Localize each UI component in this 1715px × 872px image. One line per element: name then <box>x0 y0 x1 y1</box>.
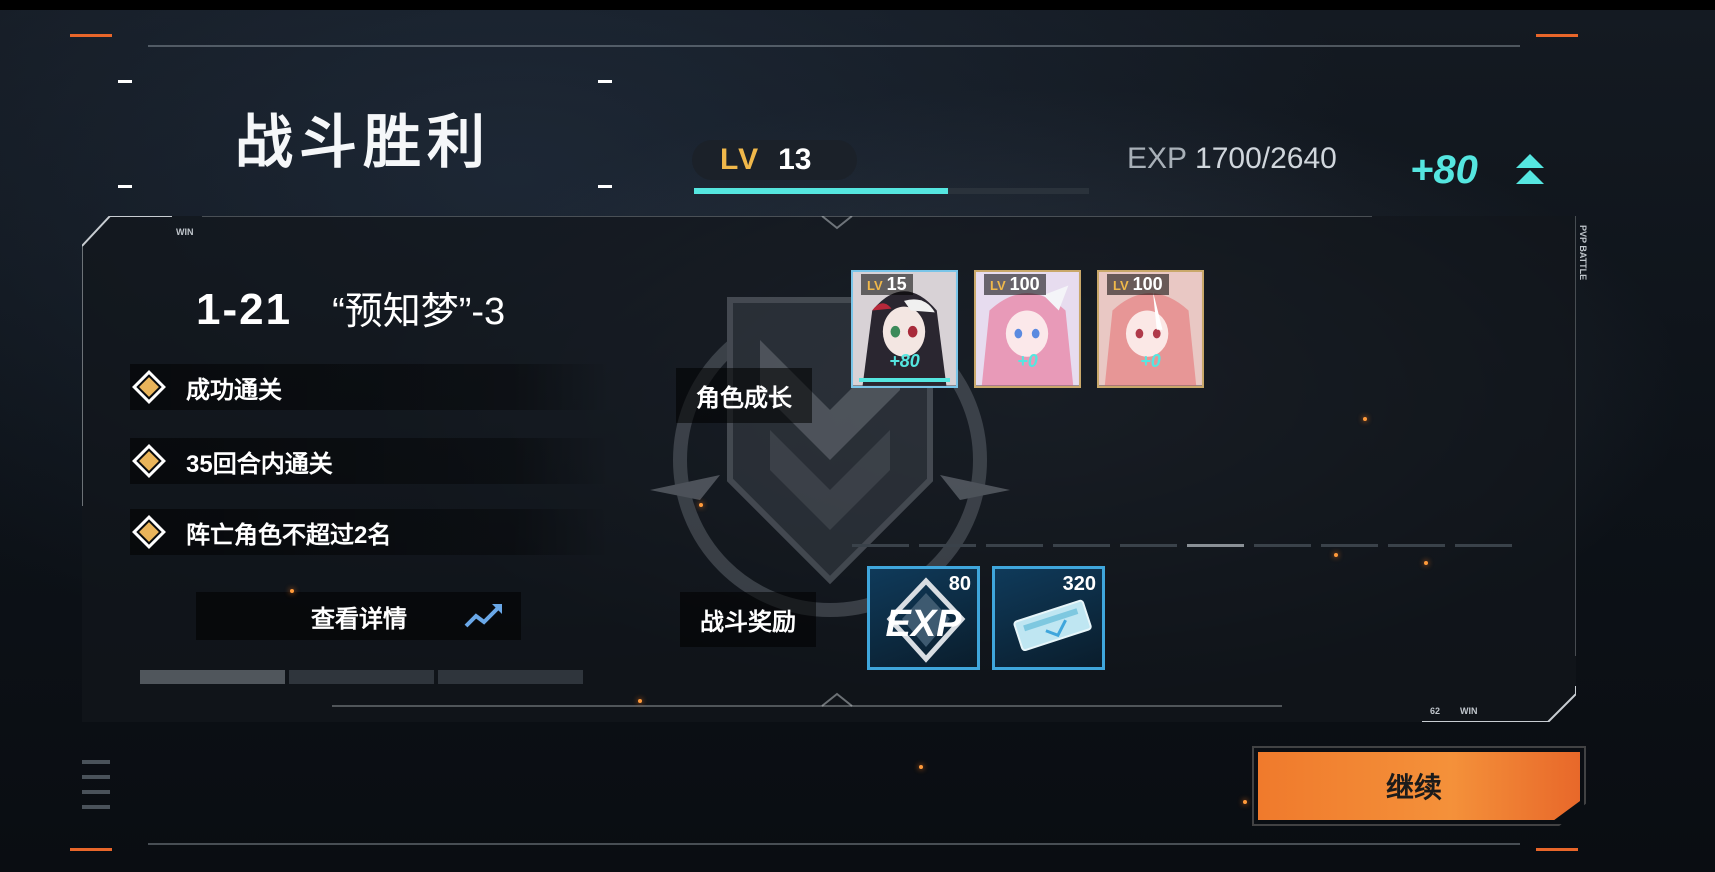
ember-particle <box>1363 417 1367 421</box>
menu-icon[interactable] <box>82 760 110 820</box>
ember-particle <box>1334 553 1338 557</box>
battle-rewards-label: 战斗奖励 <box>680 592 816 647</box>
ember-particle <box>1243 800 1247 804</box>
character-exp-gain: +0 <box>1017 351 1038 371</box>
character-level-tag: LV 15 <box>861 274 913 295</box>
win-tag-bottom: WIN <box>1460 706 1478 716</box>
condition-row: 成功通关 <box>130 364 610 410</box>
reward-item-ticket[interactable]: 320 <box>992 566 1105 670</box>
character-level-tag: LV 100 <box>1107 274 1169 295</box>
number-tag: 62 <box>1430 706 1441 716</box>
corner-top-left <box>70 34 112 40</box>
reward-name: EXP <box>885 603 962 645</box>
page-indicator <box>140 670 583 684</box>
top-divider <box>148 45 1520 47</box>
continue-label: 继续 <box>1385 772 1442 803</box>
stage-heading: 1-21 “预知梦”-3 <box>196 280 505 335</box>
character-card[interactable]: LV 100 +0 <box>974 270 1081 388</box>
character-growth-label: 角色成长 <box>676 368 812 423</box>
character-card[interactable]: LV 15 +80 <box>851 270 958 388</box>
view-details-label: 查看详情 <box>311 605 407 633</box>
corner-top-right <box>1536 34 1578 40</box>
diamond-check-icon <box>130 513 168 551</box>
level-up-arrow-icon <box>1516 154 1544 184</box>
character-card[interactable]: LV 100 +0 <box>1097 270 1204 388</box>
ember-particle <box>699 503 703 507</box>
bottom-divider <box>148 843 1520 845</box>
character-exp-bar <box>859 378 950 382</box>
exp-gain: +80 <box>1410 148 1478 192</box>
trend-up-icon <box>464 604 502 628</box>
ember-particle <box>638 699 642 703</box>
corner-bottom-right <box>1536 848 1578 854</box>
ember-particle <box>290 589 294 593</box>
continue-button[interactable]: 继续 <box>1258 752 1580 820</box>
level-label: LV <box>720 143 761 176</box>
character-exp-gain: +0 <box>1140 351 1161 371</box>
level-value: 13 <box>778 143 812 176</box>
exp-value: 1700/2640 <box>1195 142 1337 175</box>
exp-progress-bar <box>694 188 1089 194</box>
ticket-icon <box>1013 599 1092 652</box>
level-pill: LV 13 <box>692 140 857 180</box>
exp-label: EXP <box>1127 142 1188 175</box>
pvp-tag: PVP BATTLE <box>1578 225 1588 281</box>
character-level-tag: LV 100 <box>984 274 1046 295</box>
diamond-check-icon <box>130 442 168 480</box>
stage-name: “预知梦”-3 <box>332 291 506 333</box>
exp-readout: EXP 1700/2640 <box>1127 142 1337 176</box>
stage-code: 1-21 <box>196 285 293 334</box>
condition-row: 35回合内通关 <box>130 438 610 484</box>
condition-label: 阵亡角色不超过2名 <box>186 521 392 549</box>
ember-particle <box>919 765 923 769</box>
character-exp-gain: +80 <box>889 351 920 371</box>
view-details-button[interactable]: 查看详情 <box>196 592 521 640</box>
decorative-dashes <box>852 544 1512 547</box>
exp-progress-fill <box>694 188 949 194</box>
top-black-bar <box>0 0 1715 10</box>
condition-row: 阵亡角色不超过2名 <box>130 509 610 555</box>
reward-item-exp[interactable]: 80 EXP <box>867 566 980 670</box>
ember-particle <box>1424 561 1428 565</box>
condition-label: 成功通关 <box>186 376 282 404</box>
corner-bottom-left <box>70 848 112 854</box>
condition-label: 35回合内通关 <box>186 450 333 478</box>
page-title: 战斗胜利 <box>235 108 492 176</box>
diamond-check-icon <box>130 368 168 406</box>
win-tag: WIN <box>176 227 194 237</box>
